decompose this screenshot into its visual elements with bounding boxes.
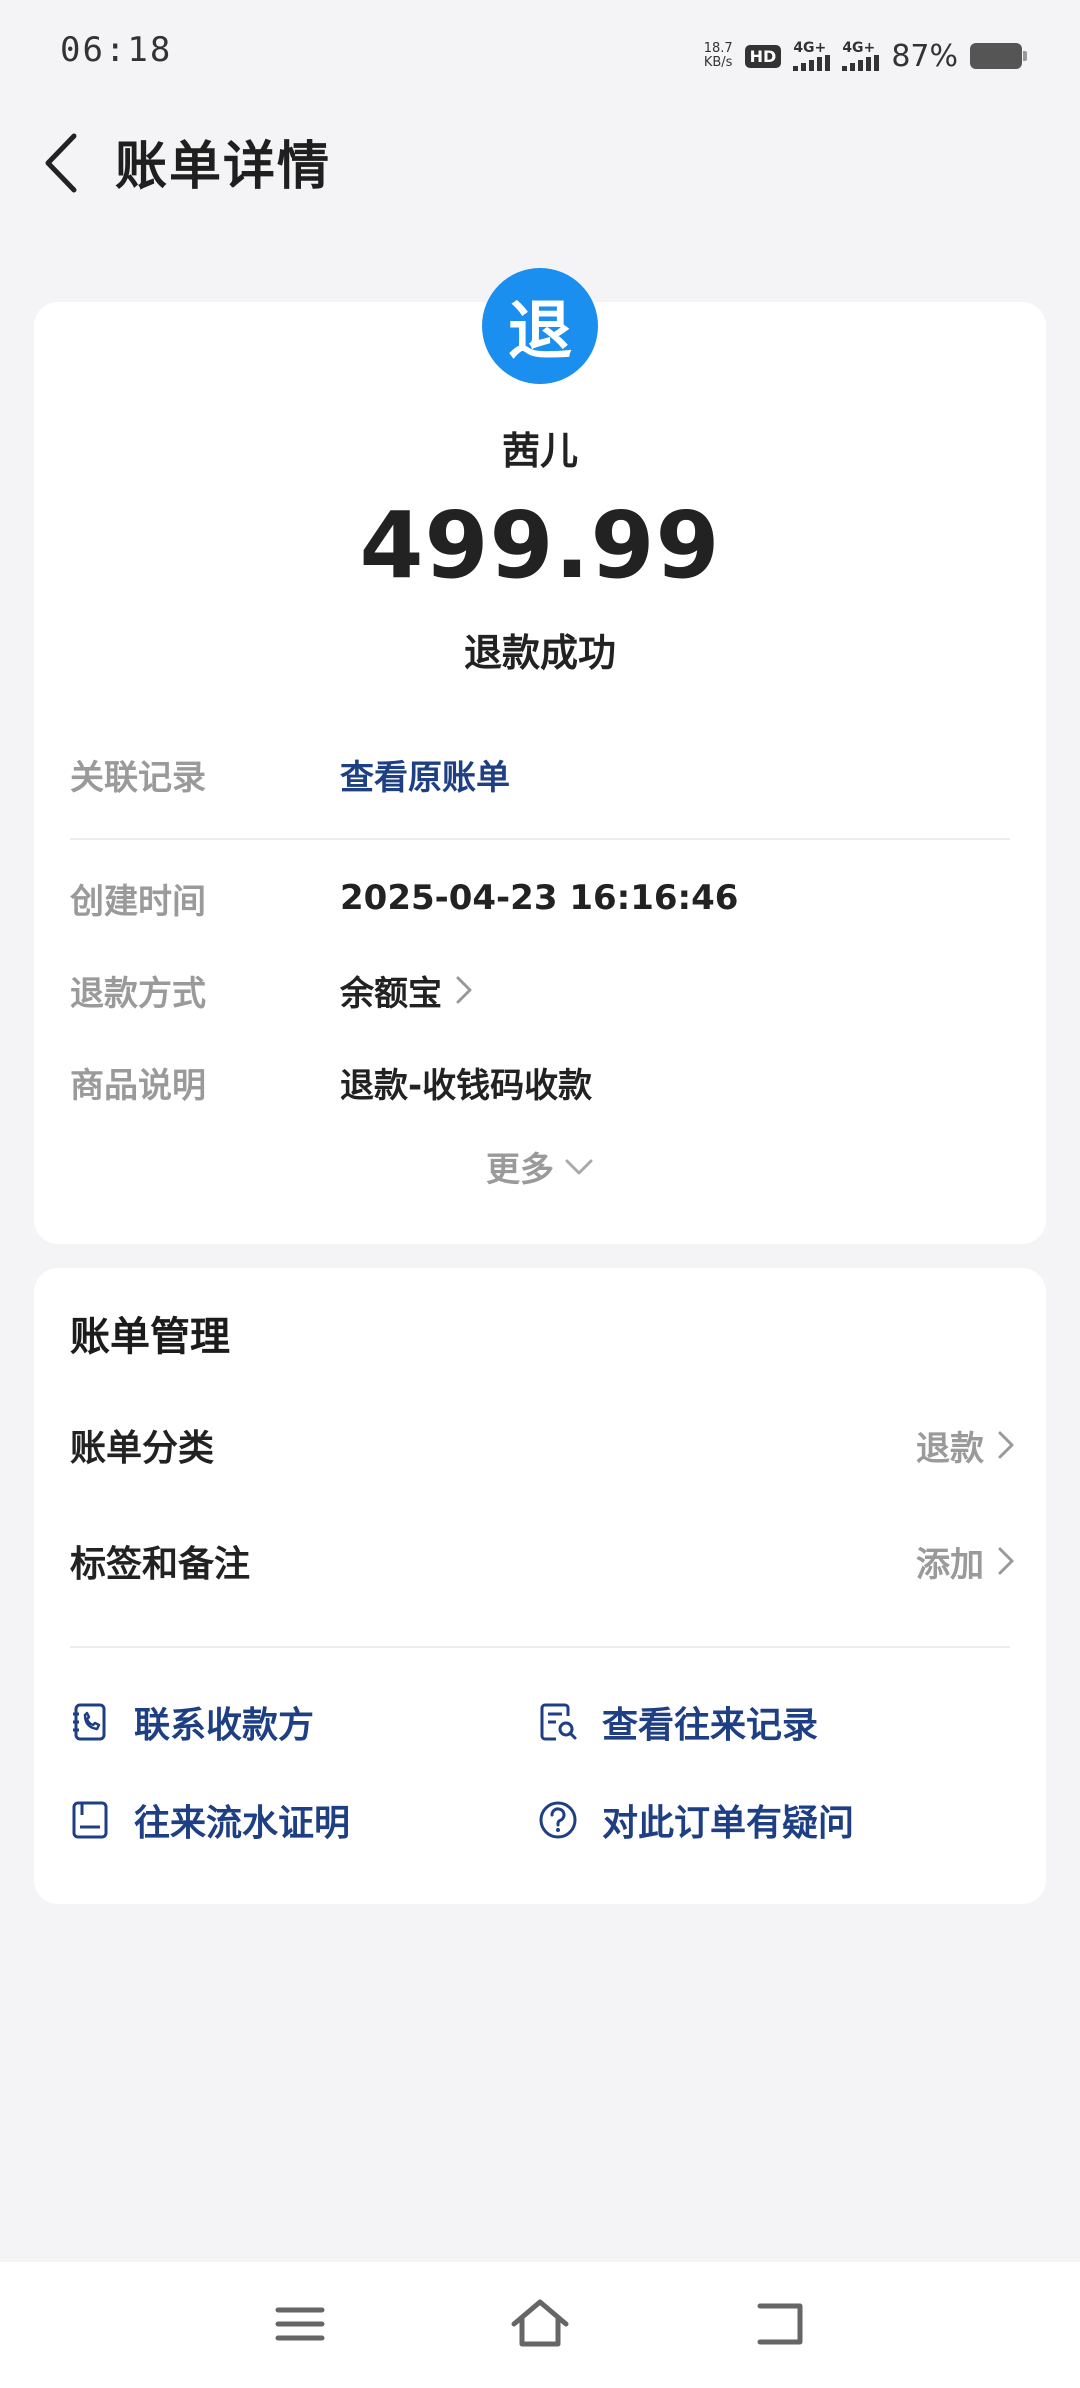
transaction-card: 茜儿 499.99 退款成功 关联记录 查看原账单 创建时间 2025-04-2… bbox=[34, 302, 1046, 1244]
product-desc-value: 退款-收钱码收款 bbox=[340, 1065, 593, 1106]
create-time-label: 创建时间 bbox=[70, 881, 206, 922]
tags-notes-label: 标签和备注 bbox=[70, 1544, 251, 1585]
battery-percent: 87% bbox=[891, 38, 958, 74]
chevron-right-icon bbox=[998, 1547, 1014, 1575]
network-speed: 18.7 KB/s bbox=[703, 41, 733, 70]
hd-icon: HD bbox=[744, 44, 782, 68]
status-bar: 06:18 18.7 KB/s HD 4G+ 4G+ 87% bbox=[0, 0, 1080, 110]
view-history-button[interactable]: 查看往来记录 bbox=[538, 1692, 818, 1752]
status-icons: 18.7 KB/s HD 4G+ 4G+ 87% bbox=[703, 36, 1027, 76]
signal-icon: 4G+ bbox=[793, 41, 831, 71]
navigation-bar bbox=[0, 2262, 1080, 2388]
chevron-right-icon bbox=[456, 976, 472, 1004]
chevron-right-icon bbox=[998, 1431, 1014, 1459]
related-record-row: 关联记录 查看原账单 bbox=[70, 744, 1010, 804]
help-question-icon bbox=[539, 1801, 577, 1839]
contact-payee-button[interactable]: 联系收款方 bbox=[70, 1692, 314, 1752]
back-icon[interactable] bbox=[748, 2292, 812, 2356]
chevron-down-icon bbox=[565, 1159, 593, 1174]
product-desc-row: 商品说明 退款-收钱码收款 bbox=[70, 1052, 1010, 1112]
battery-icon bbox=[970, 43, 1027, 69]
phone-contact-icon bbox=[73, 1703, 106, 1741]
more-button[interactable]: 更多 bbox=[34, 1142, 1046, 1191]
create-time-value: 2025-04-23 16:16:46 bbox=[340, 878, 739, 918]
document-proof-icon bbox=[72, 1801, 108, 1839]
transaction-status: 退款成功 bbox=[463, 631, 616, 675]
record-search-icon bbox=[540, 1703, 577, 1741]
divider bbox=[70, 1646, 1010, 1648]
page-title: 账单详情 bbox=[115, 137, 332, 197]
refund-method-value[interactable]: 余额宝 bbox=[340, 966, 474, 1015]
bill-category-value: 退款 bbox=[916, 1428, 984, 1469]
menu-icon[interactable] bbox=[268, 2292, 332, 2356]
management-title: 账单管理 bbox=[70, 1314, 230, 1360]
tags-notes-value: 添加 bbox=[916, 1544, 984, 1585]
create-time-row: 创建时间 2025-04-23 16:16:46 bbox=[70, 868, 1010, 928]
bill-management-card: 账单管理 账单分类 退款 标签和备注 添加 联系收款方 查看往来记录 往来流水证… bbox=[34, 1268, 1046, 1904]
question-order-button[interactable]: 对此订单有疑问 bbox=[538, 1790, 854, 1850]
view-original-bill-link[interactable]: 查看原账单 bbox=[340, 750, 510, 799]
signal-icon-2: 4G+ bbox=[842, 41, 880, 71]
refund-method-row[interactable]: 退款方式 余额宝 bbox=[70, 960, 1010, 1020]
bill-category-label: 账单分类 bbox=[70, 1428, 215, 1469]
statement-proof-button[interactable]: 往来流水证明 bbox=[70, 1790, 350, 1850]
related-record-label: 关联记录 bbox=[70, 757, 206, 798]
back-arrow-icon[interactable] bbox=[40, 128, 90, 198]
bill-category-row[interactable]: 账单分类 退款 bbox=[70, 1410, 1016, 1480]
status-time: 06:18 bbox=[60, 30, 173, 70]
merchant-avatar: 退 bbox=[482, 268, 598, 384]
header: 账单详情 bbox=[0, 110, 1080, 240]
refund-method-label: 退款方式 bbox=[70, 973, 206, 1014]
tags-notes-row[interactable]: 标签和备注 添加 bbox=[70, 1526, 1016, 1596]
transaction-amount: 499.99 bbox=[359, 492, 721, 599]
divider bbox=[70, 838, 1010, 840]
merchant-name: 茜儿 bbox=[501, 429, 578, 473]
home-icon[interactable] bbox=[508, 2292, 572, 2356]
product-desc-label: 商品说明 bbox=[70, 1065, 206, 1106]
